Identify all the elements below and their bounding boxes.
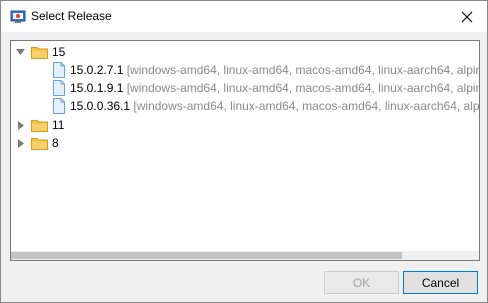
close-icon (461, 11, 473, 22)
release-tree[interactable]: 15 15.0.2.7.1 [windows-amd64, linux-amd6… (10, 40, 480, 261)
title-bar: Select Release (1, 1, 487, 32)
tree-node-label: 11 (52, 118, 65, 132)
dialog-title: Select Release (31, 9, 112, 23)
release-label: 15.0.0.36.1 [windows-amd64, linux-amd64,… (70, 99, 480, 113)
release-label: 15.0.1.9.1 [windows-amd64, linux-amd64, … (70, 81, 480, 95)
release-item[interactable]: 15.0.2.7.1 [windows-amd64, linux-amd64, … (11, 62, 479, 79)
release-label: 15.0.2.7.1 [windows-amd64, linux-amd64, … (70, 63, 480, 77)
release-version: 15.0.2.7.1 (70, 63, 124, 77)
expand-arrow-icon[interactable] (17, 121, 26, 130)
folder-icon (31, 120, 48, 132)
collapse-arrow-icon[interactable] (16, 48, 25, 57)
app-icon (10, 10, 26, 23)
release-platforms: [windows-amd64, linux-amd64, macos-amd64… (123, 81, 480, 95)
release-version: 15.0.1.9.1 (70, 81, 124, 95)
close-button[interactable] (447, 1, 487, 32)
folder-icon (31, 47, 48, 59)
tree-node-label: 15 (52, 45, 66, 59)
release-version: 15.0.0.36.1 (70, 99, 131, 113)
expand-arrow-icon[interactable] (17, 139, 26, 148)
ok-button[interactable]: OK (324, 271, 399, 294)
file-icon (53, 80, 65, 96)
cancel-button[interactable]: Cancel (403, 271, 478, 294)
release-platforms: [windows-amd64, linux-amd64, macos-amd64… (130, 99, 480, 113)
tree-node-11[interactable]: 11 (11, 117, 211, 134)
release-item[interactable]: 15.0.1.9.1 [windows-amd64, linux-amd64, … (11, 80, 479, 97)
scrollbar-thumb[interactable] (11, 252, 402, 259)
release-platforms: [windows-amd64, linux-amd64, macos-amd64… (123, 63, 480, 77)
file-icon (53, 62, 65, 78)
tree-node-label: 8 (52, 136, 59, 150)
file-icon (53, 98, 65, 114)
release-item[interactable]: 15.0.0.36.1 [windows-amd64, linux-amd64,… (11, 98, 479, 115)
tree-node-15[interactable]: 15 (11, 44, 211, 61)
select-release-dialog: Select Release 15 15.0.2.7.1 [windows-am… (0, 0, 488, 303)
folder-icon (31, 138, 48, 150)
horizontal-scrollbar[interactable] (11, 251, 479, 260)
tree-node-8[interactable]: 8 (11, 135, 211, 152)
